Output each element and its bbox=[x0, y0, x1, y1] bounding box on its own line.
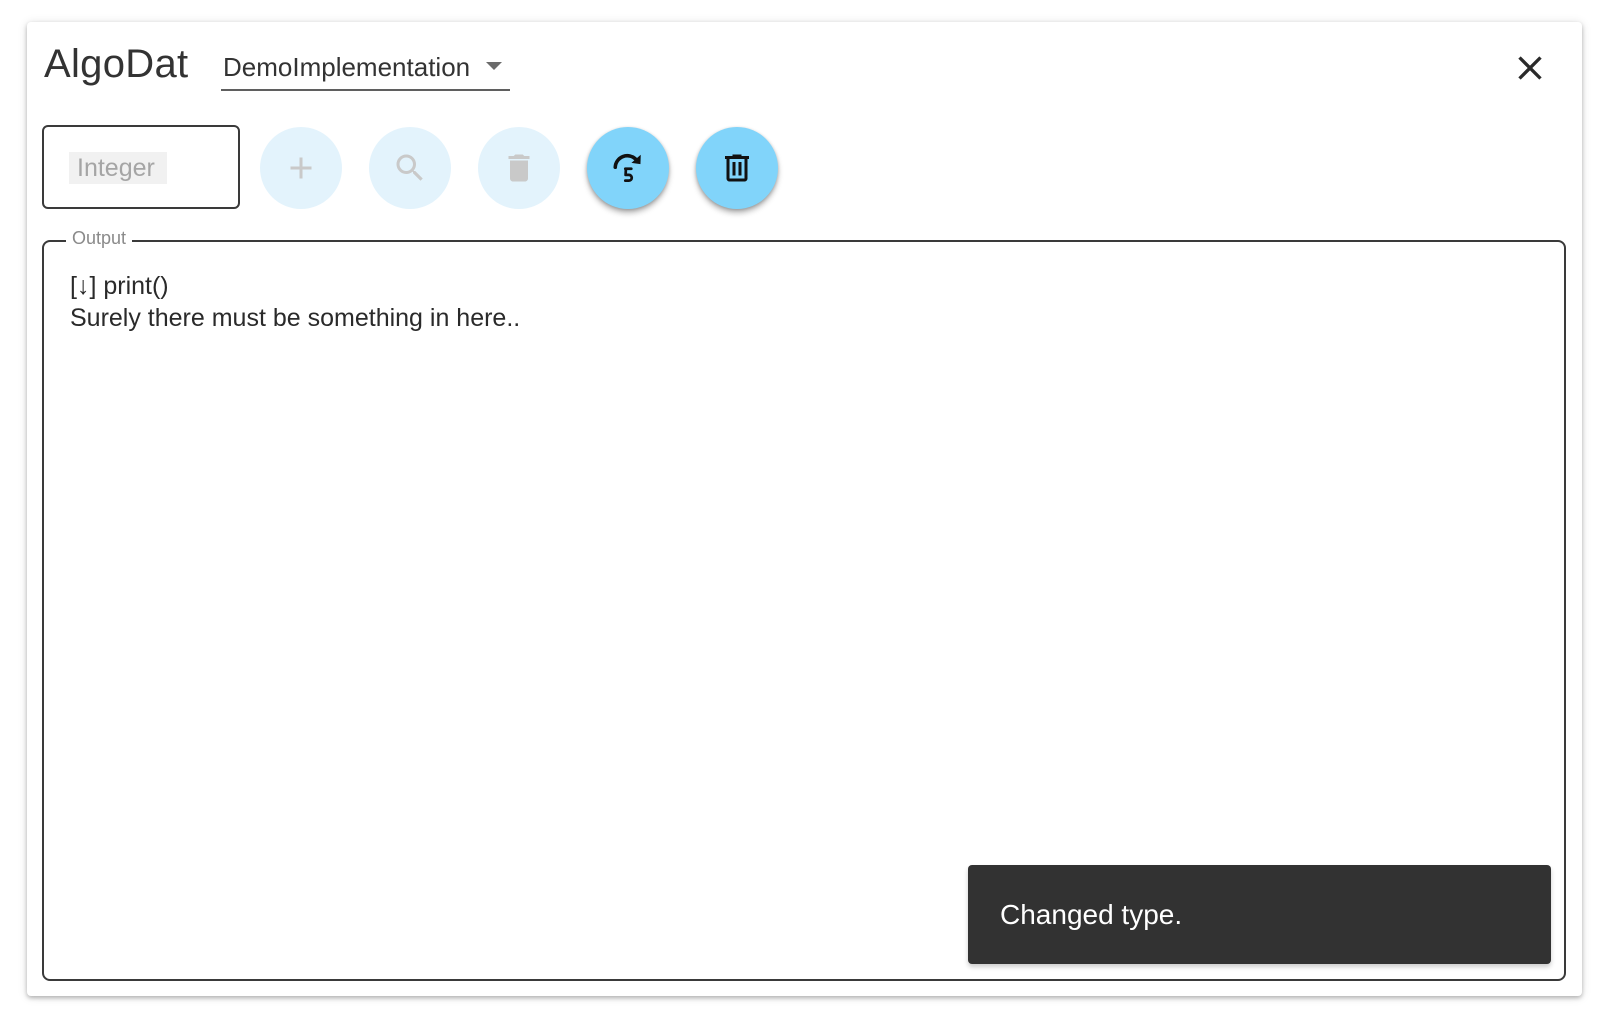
trash-outline-icon bbox=[725, 154, 749, 182]
search-button[interactable] bbox=[369, 127, 451, 209]
output-line: Surely there must be something in here.. bbox=[70, 304, 521, 332]
add-button[interactable] bbox=[260, 127, 342, 209]
output-line: [↓] print() bbox=[70, 272, 169, 300]
redo-5-icon bbox=[613, 153, 641, 182]
snackbar-message: Changed type. bbox=[1000, 899, 1183, 930]
integer-field[interactable] bbox=[42, 125, 240, 209]
close-button[interactable] bbox=[1510, 48, 1550, 88]
output-log: [↓] print() Surely there must be somethi… bbox=[70, 270, 1544, 334]
algodat-dialog: AlgoDat DemoImplementation Integer Outpu… bbox=[27, 22, 1582, 996]
implementation-select[interactable]: DemoImplementation bbox=[221, 44, 510, 91]
snackbar: Changed type. bbox=[968, 865, 1551, 964]
delete-icon bbox=[508, 154, 530, 182]
output-label: Output bbox=[66, 228, 133, 249]
chevron-down-icon bbox=[486, 62, 502, 70]
integer-input[interactable] bbox=[69, 152, 167, 184]
plus-icon bbox=[290, 157, 312, 179]
search-icon bbox=[396, 154, 423, 181]
close-icon bbox=[1518, 56, 1542, 80]
app-title: AlgoDat bbox=[44, 42, 189, 86]
implementation-select-value: DemoImplementation bbox=[223, 52, 471, 82]
clear-button[interactable] bbox=[696, 127, 778, 209]
random-insert-button[interactable] bbox=[587, 127, 669, 209]
remove-button[interactable] bbox=[478, 127, 560, 209]
